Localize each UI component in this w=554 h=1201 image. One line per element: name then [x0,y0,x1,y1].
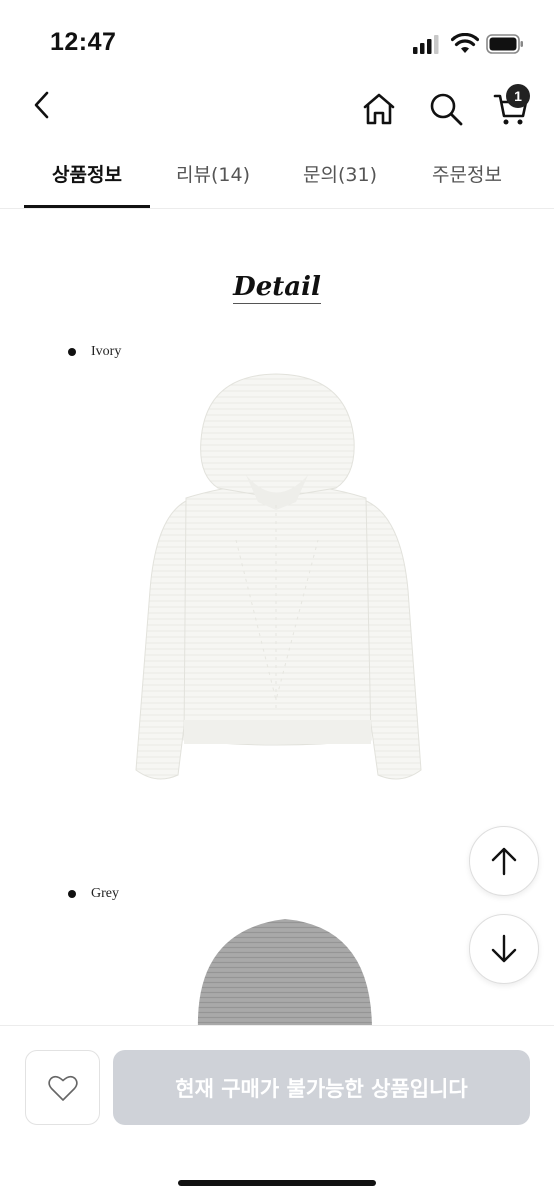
home-button[interactable] [357,84,401,134]
color-option-grey: Grey [68,886,119,902]
cart-badge: 1 [506,84,530,108]
status-bar: 12:47 [0,0,554,88]
chevron-left-icon [34,91,49,119]
arrow-down-icon [491,934,517,963]
tab-order-info[interactable]: 주문정보 [404,150,530,208]
ivory-sweater-image [135,373,422,780]
heart-icon [47,1075,78,1101]
wishlist-button[interactable] [25,1050,100,1125]
tab-reviews[interactable]: 리뷰(14) [150,150,276,208]
search-icon [430,93,463,126]
nav-bar [0,80,554,140]
scroll-bottom-button[interactable] [469,914,539,984]
detail-title-underline [233,303,321,304]
scroll-top-button[interactable] [469,826,539,896]
tabs-divider [0,208,554,209]
bullet-icon [68,890,76,898]
battery-icon [486,34,523,54]
grey-sweater-image [197,919,372,1030]
home-indicator [178,1180,376,1186]
bullet-icon [68,348,76,356]
signal-icon [413,35,439,54]
color-name: Grey [91,886,119,901]
arrow-up-icon [491,847,517,876]
tab-inquiries[interactable]: 문의(31) [278,150,402,208]
purchase-unavailable-button[interactable]: 현재 구매가 불가능한 상품입니다 [113,1050,530,1125]
status-time: 12:47 [50,28,117,56]
search-button[interactable] [424,84,468,134]
detail-title: Detail [233,272,321,302]
back-button[interactable] [20,80,64,130]
home-icon [363,93,395,125]
wifi-icon [451,33,479,53]
tab-product-info[interactable]: 상품정보 [24,150,150,208]
tab-bar: 상품정보 리뷰(14) 문의(31) 주문정보 [0,150,554,208]
color-name: Ivory [91,344,122,359]
color-option-ivory: Ivory [68,344,121,360]
